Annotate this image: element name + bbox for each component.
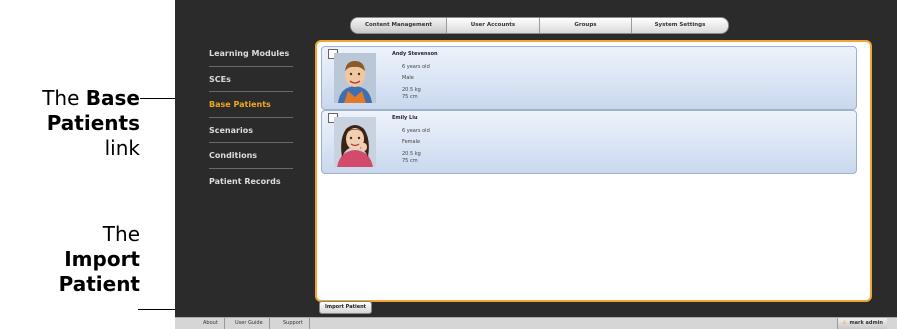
sidebar-divider [209,167,293,169]
tab-user-accounts[interactable]: User Accounts [447,18,540,33]
sidebar-item-label: Conditions [209,151,258,160]
sidebar-divider [209,142,293,143]
patient-card-emily-liu[interactable]: Emily Liu 6 years old Female 20.5 kg 75 … [321,110,857,174]
footer-bar: About User Guide Support ⚠ mark admin [175,317,897,329]
patient-height: 75 cm [402,158,418,164]
sidebar-item-learning-modules[interactable]: Learning Modules [209,44,293,70]
patient-name: Emily Liu [392,115,418,121]
footer-link-support[interactable]: Support [277,318,310,329]
sidebar-item-sces[interactable]: SCEs [209,70,293,96]
sidebar-item-label: Learning Modules [209,49,290,58]
warning-icon: ⚠ [841,320,847,326]
base-patients-callout: The Base Patients link [0,86,140,161]
app-window: Content Management User Accounts Groups … [175,0,897,329]
sidebar-item-conditions[interactable]: Conditions [209,146,293,172]
sidebar: Learning Modules SCEs Base Patients Scen… [209,44,293,197]
tab-system-settings[interactable]: System Settings [632,18,728,33]
patient-age: 6 years old [402,64,430,70]
girl-portrait-icon [334,117,376,167]
sidebar-item-label: Patient Records [209,176,281,186]
footer-link-user-guide[interactable]: User Guide [229,318,270,329]
patient-height: 75 cm [402,94,418,100]
patient-sex: Male [402,75,414,81]
callout-text-bold: Import [64,247,140,271]
import-patient-callout: The Import Patient [0,222,140,297]
sidebar-item-label: SCEs [209,74,231,84]
patient-name: Andy Stevenson [392,51,438,57]
top-navigation: Content Management User Accounts Groups … [350,17,729,34]
tab-content-management[interactable]: Content Management [351,18,447,33]
sidebar-divider [209,91,293,92]
patient-card-andy-stevenson[interactable]: Andy Stevenson 6 years old Male 20.5 kg … [321,46,857,110]
callout-text: link [104,136,140,160]
patient-weight: 20.5 kg [402,151,421,157]
sidebar-item-label: Scenarios [209,125,253,135]
patient-photo [334,117,376,167]
callout-text: The [42,86,86,110]
callout-text-bold: Base [85,86,140,110]
patient-age: 6 years old [402,128,430,134]
callout-text: The [102,222,140,246]
sidebar-divider [209,116,293,118]
sidebar-item-base-patients[interactable]: Base Patients [209,95,293,121]
sidebar-item-scenarios[interactable]: Scenarios [209,121,293,147]
user-menu[interactable]: ⚠ mark admin [836,318,887,329]
sidebar-divider [209,65,293,67]
boy-portrait-icon [334,53,376,103]
patient-sex: Female [402,139,421,145]
sidebar-item-patient-records[interactable]: Patient Records [209,172,293,198]
tab-groups[interactable]: Groups [540,18,632,33]
footer-link-about[interactable]: About [197,318,225,329]
callout-text-bold: Patient [58,272,140,296]
patient-weight: 20.5 kg [402,87,421,93]
patients-panel: Andy Stevenson 6 years old Male 20.5 kg … [315,40,872,302]
import-patient-button[interactable]: Import Patient [319,301,373,314]
patient-photo [334,53,376,103]
callout-text-bold: Patients [46,111,140,135]
sidebar-item-label: Base Patients [209,100,271,109]
user-name: mark admin [849,320,883,326]
